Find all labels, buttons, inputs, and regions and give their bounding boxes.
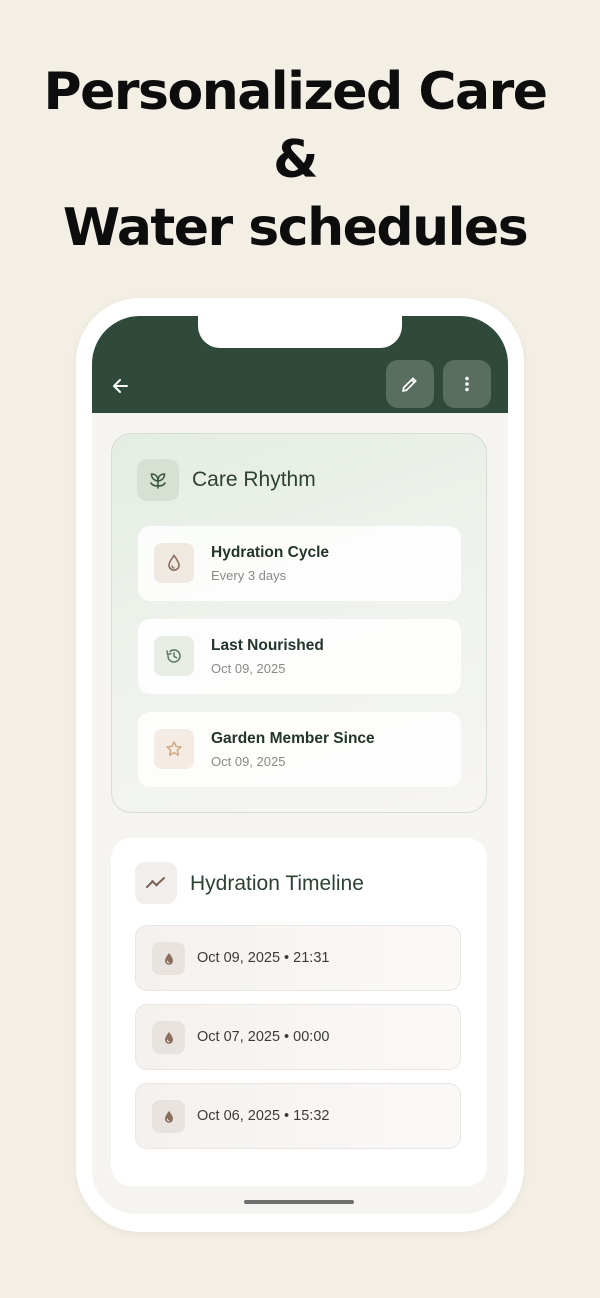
back-button[interactable] <box>106 372 134 400</box>
app-screen: Care Rhythm Hydration Cycle Every 3 days… <box>92 316 508 1214</box>
sprout-icon <box>137 459 179 501</box>
rhythm-item-subtitle: Oct 09, 2025 <box>211 754 286 769</box>
headline: Personalized Care & Water schedules <box>0 58 590 262</box>
rhythm-item-title: Last Nourished <box>211 637 324 654</box>
phone-notch <box>198 316 402 348</box>
care-rhythm-card: Care Rhythm Hydration Cycle Every 3 days… <box>111 433 487 813</box>
pencil-icon <box>402 377 417 392</box>
timeline-entry-text: Oct 09, 2025 • 21:31 <box>197 950 330 966</box>
app-bar <box>92 316 508 413</box>
timeline-entry: Oct 07, 2025 • 00:00 <box>135 1004 461 1070</box>
arrow-left-icon <box>113 379 128 393</box>
rhythm-item-subtitle: Oct 09, 2025 <box>211 661 286 676</box>
headline-line-1: Personalized Care <box>43 62 548 122</box>
timeline-entry-text: Oct 07, 2025 • 00:00 <box>197 1029 330 1045</box>
headline-line-3: Water schedules <box>62 198 529 258</box>
hydration-timeline-title: Hydration Timeline <box>190 872 364 895</box>
more-vertical-icon <box>465 376 469 392</box>
home-indicator[interactable] <box>244 1200 354 1204</box>
trend-line-icon <box>135 862 177 904</box>
timeline-entry: Oct 09, 2025 • 21:31 <box>135 925 461 991</box>
rhythm-item-title: Garden Member Since <box>211 730 375 747</box>
headline-line-2: & <box>273 130 318 190</box>
timeline-entry-text: Oct 06, 2025 • 15:32 <box>197 1108 330 1124</box>
rhythm-item-hydration-cycle: Hydration Cycle Every 3 days <box>138 526 461 601</box>
water-drop-icon <box>152 1100 185 1133</box>
water-drop-icon <box>152 942 185 975</box>
edit-button[interactable] <box>386 360 434 408</box>
timeline-entry: Oct 06, 2025 • 15:32 <box>135 1083 461 1149</box>
rhythm-item-subtitle: Every 3 days <box>211 568 287 583</box>
water-drop-icon <box>152 1021 185 1054</box>
rhythm-item-last-nourished: Last Nourished Oct 09, 2025 <box>138 619 461 694</box>
rhythm-item-garden-member-since: Garden Member Since Oct 09, 2025 <box>138 712 461 787</box>
star-icon <box>154 729 194 769</box>
more-options-button[interactable] <box>443 360 491 408</box>
care-rhythm-title: Care Rhythm <box>192 468 316 491</box>
rhythm-item-title: Hydration Cycle <box>211 544 330 561</box>
hydration-timeline-card: Hydration Timeline Oct 09, 2025 • 21:31 … <box>111 838 487 1186</box>
droplet-icon <box>154 543 194 583</box>
history-icon <box>154 636 194 676</box>
